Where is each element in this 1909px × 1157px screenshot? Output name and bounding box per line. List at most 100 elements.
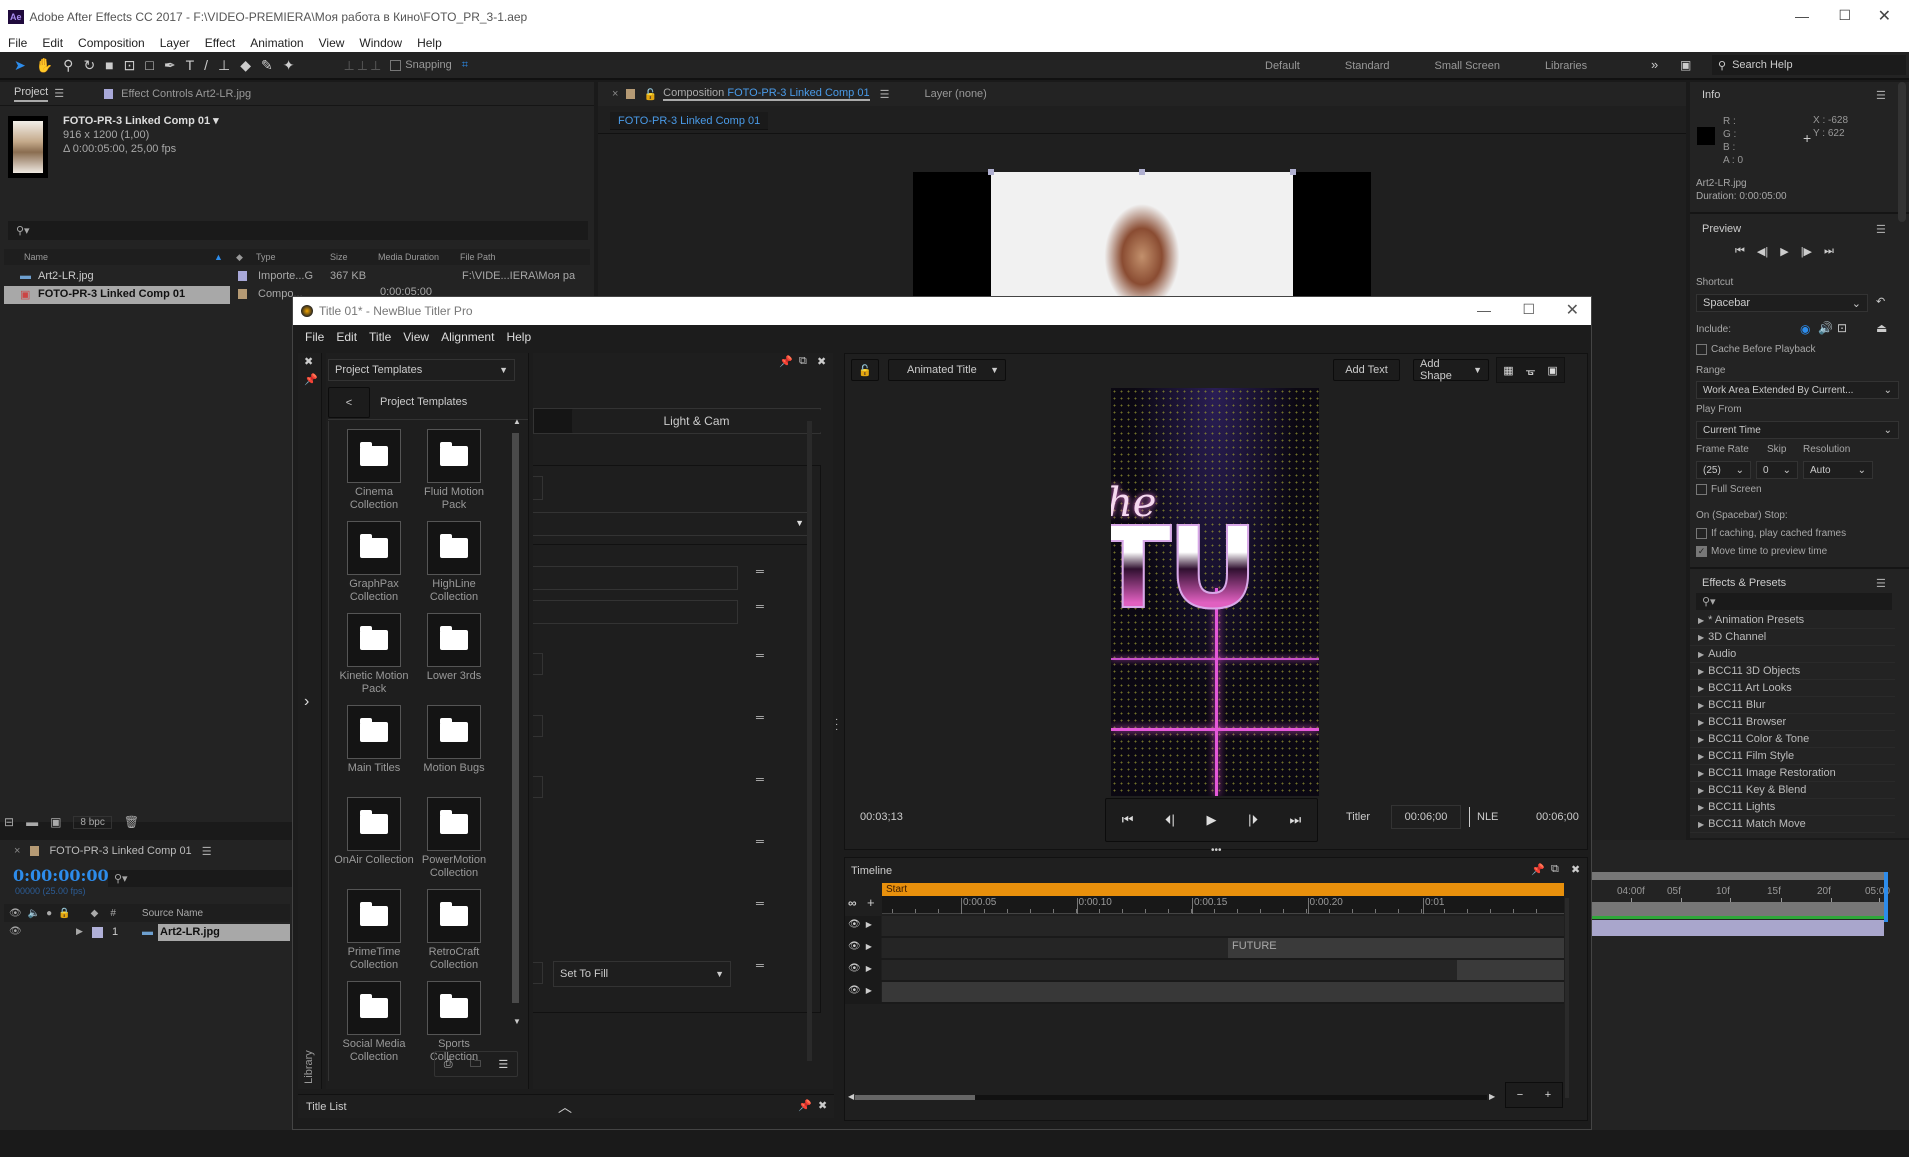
template-folder[interactable]: Lower 3rds	[414, 613, 494, 705]
comp-viewer[interactable]	[913, 169, 1371, 302]
menu-layer[interactable]: Layer	[160, 36, 190, 50]
pin-icon[interactable]: 📌	[304, 373, 318, 386]
zoom-out-button[interactable]: −	[1517, 1089, 1523, 1101]
drag-handle-icon[interactable]: ═	[756, 836, 764, 848]
label-column-icon[interactable]: ◆	[236, 252, 243, 263]
titler-time-ruler[interactable]: 0:00.05 0:00.10 0:00.15 0:00.20 0:01	[882, 896, 1564, 914]
scroll-down-icon[interactable]: ▼	[513, 1017, 521, 1026]
title-mode-select[interactable]: Animated Title ▼	[888, 359, 1006, 381]
timeline-search-input[interactable]: ⚲▾	[108, 870, 294, 887]
include-overlays-icon[interactable]: ⊡	[1837, 321, 1847, 335]
current-time-display[interactable]: 0:00:00:00	[13, 866, 109, 885]
label-icon[interactable]: ◆	[91, 908, 99, 919]
track-expand-icon[interactable]: ▶	[866, 986, 872, 995]
rotate-tool-icon[interactable]: ↻	[83, 57, 95, 74]
add-track-icon[interactable]: +	[867, 895, 875, 910]
track-visibility-icon[interactable]: 👁	[848, 919, 861, 930]
expand-arrow-icon[interactable]: ▶	[1698, 616, 1704, 625]
column-media-duration[interactable]: Media Duration	[378, 252, 439, 262]
new-composition-icon[interactable]: ▣	[50, 815, 61, 829]
step-forward-icon[interactable]: |⏵	[1248, 812, 1258, 828]
effects-list-item[interactable]: ▶ BCC11 Color & Tone	[1690, 731, 1895, 748]
timeline-clip[interactable]	[1457, 960, 1564, 980]
drag-handle-icon[interactable]: ═	[756, 712, 764, 724]
expand-arrow-icon[interactable]: ▶	[1698, 718, 1704, 727]
close-tab-icon[interactable]: ×	[612, 88, 618, 100]
template-folder[interactable]: Motion Bugs	[414, 705, 494, 797]
expand-up-icon[interactable]: ︿	[558, 1097, 572, 1117]
new-folder-icon[interactable]: 🗀	[470, 1055, 481, 1074]
puppet-pin-tool-icon[interactable]: ✦	[283, 57, 295, 74]
range-select[interactable]: Work Area Extended By Current... ⌄	[1696, 381, 1899, 399]
last-frame-icon[interactable]: ⏭	[1824, 245, 1834, 258]
drag-handle-icon[interactable]: ═	[756, 601, 764, 613]
template-folder[interactable]: OnAir Collection	[334, 797, 414, 889]
include-video-icon[interactable]: ◉	[1800, 322, 1810, 336]
expand-arrow-icon[interactable]: ▶	[1698, 684, 1704, 693]
titler-menu-view[interactable]: View	[403, 330, 429, 344]
expand-arrow-icon[interactable]: ▶	[1698, 786, 1704, 795]
expand-icon[interactable]: ▶	[76, 926, 83, 937]
column-size[interactable]: Size	[330, 252, 348, 262]
close-icon[interactable]: ✖	[1571, 863, 1580, 876]
audio-toggle-icon[interactable]: 🔈	[28, 908, 40, 919]
library-side-label[interactable]: Library	[303, 1050, 315, 1084]
rectangle-tool-icon[interactable]: □	[145, 57, 153, 73]
bit-depth-button[interactable]: 8 bpc	[73, 815, 112, 829]
template-tile[interactable]	[427, 797, 481, 851]
timeline-vscrollbar[interactable]	[1565, 898, 1569, 1098]
drag-handle-icon[interactable]: ═	[756, 566, 764, 578]
property-field[interactable]	[533, 566, 738, 590]
template-tile[interactable]	[347, 889, 401, 943]
sort-ascending-icon[interactable]: ▲	[214, 252, 223, 262]
frame-rate-select[interactable]: (25) ⌄	[1696, 461, 1751, 479]
titler-menu-help[interactable]: Help	[506, 330, 531, 344]
timeline-clip[interactable]: FUTURE	[1228, 938, 1564, 958]
template-tile[interactable]	[347, 429, 401, 483]
cache-checkbox[interactable]: Cache Before Playback	[1696, 344, 1816, 355]
menu-animation[interactable]: Animation	[250, 36, 303, 50]
menu-view[interactable]: View	[319, 36, 345, 50]
panel-menu-icon[interactable]: ☰	[1876, 223, 1886, 236]
property-select[interactable]: ▼	[533, 512, 811, 536]
tab-hidden[interactable]	[534, 409, 572, 433]
effects-list-item[interactable]: ▶ BCC11 Key & Blend	[1690, 782, 1895, 799]
expand-arrow-icon[interactable]: ▶	[1698, 769, 1704, 778]
pan-behind-tool-icon[interactable]: ⊡	[124, 57, 136, 74]
drag-handle-icon[interactable]: ═	[756, 898, 764, 910]
new-folder-icon[interactable]: ▬	[26, 815, 38, 829]
minimize-button[interactable]: —	[1795, 8, 1809, 24]
full-screen-checkbox[interactable]: Full Screen	[1696, 484, 1762, 495]
properties-scrollbar[interactable]	[807, 421, 812, 1061]
maximize-button[interactable]: ☐	[1838, 7, 1851, 24]
template-tile[interactable]	[347, 705, 401, 759]
eye-icon[interactable]: 👁	[9, 926, 22, 937]
template-folder[interactable]: GraphPax Collection	[334, 521, 414, 613]
template-tile[interactable]	[427, 429, 481, 483]
ae-time-ruler[interactable]: 04:00f 05f 10f 15f 20f 05:00	[1592, 882, 1892, 902]
expand-arrow-icon[interactable]: ▶	[1698, 650, 1704, 659]
playhead[interactable]	[1884, 872, 1888, 922]
layer-handle[interactable]	[1139, 169, 1145, 175]
effects-list-item[interactable]: ▶ BCC11 Film Style	[1690, 748, 1895, 765]
effects-list-item[interactable]: ▶ BCC11 Match Move	[1690, 816, 1895, 833]
tab-timeline-comp[interactable]: FOTO-PR-3 Linked Comp 01	[49, 845, 191, 857]
menu-window[interactable]: Window	[359, 36, 402, 50]
track-expand-icon[interactable]: ▶	[866, 920, 872, 929]
template-tile[interactable]	[427, 981, 481, 1035]
template-tile[interactable]	[427, 889, 481, 943]
panel-menu-icon[interactable]: ☰	[1876, 89, 1886, 102]
search-help-input[interactable]: ⚲ Search Help	[1712, 55, 1906, 75]
template-folder[interactable]: Cinema Collection	[334, 429, 414, 521]
comp-breadcrumb[interactable]: FOTO-PR-3 Linked Comp 01	[610, 112, 769, 130]
zoom-in-button[interactable]: +	[1545, 1089, 1551, 1101]
clone-stamp-tool-icon[interactable]: ⊥	[218, 57, 230, 74]
scrollbar[interactable]	[1898, 82, 1906, 222]
track-visibility-icon[interactable]: 👁	[848, 963, 861, 974]
go-to-start-icon[interactable]: ⏮	[1122, 812, 1134, 828]
save-template-icon[interactable]: ⎙	[444, 1058, 453, 1071]
effects-list-item[interactable]: ▶ BCC11 Blur	[1690, 697, 1895, 714]
close-icon[interactable]: ✖	[304, 355, 313, 368]
back-button[interactable]: <	[328, 387, 370, 418]
timeline-track[interactable]: 👁 ▶	[845, 916, 1564, 938]
